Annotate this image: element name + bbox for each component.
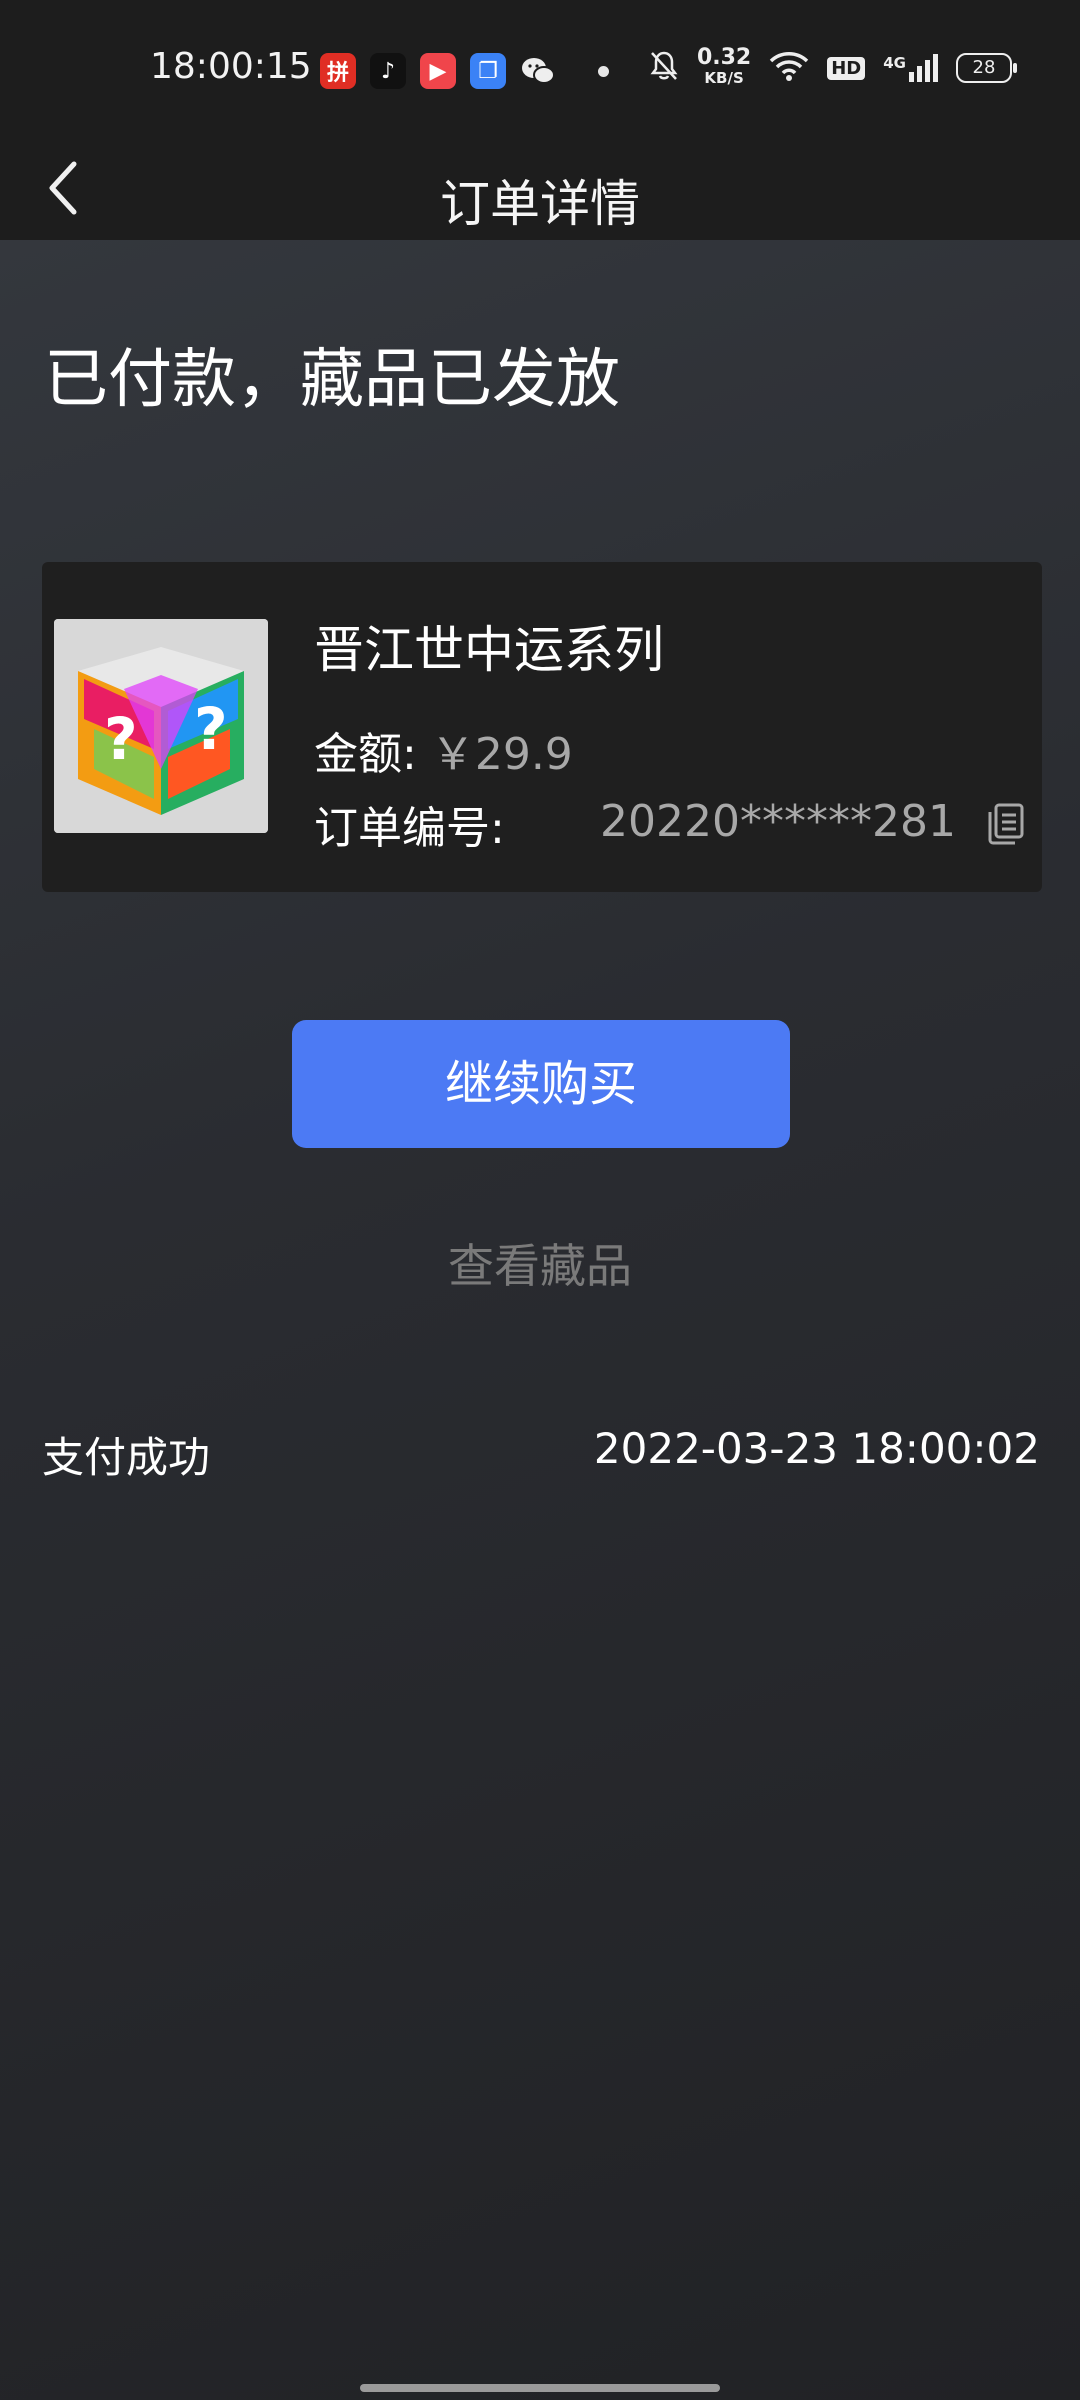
view-collection-link[interactable]: 查看藏品 — [0, 1230, 1080, 1296]
order-number-label: 订单编号: — [314, 803, 505, 854]
tiktok-icon: ♪ — [370, 53, 406, 89]
mystery-cube-image: ? ? — [54, 619, 268, 833]
payment-time: 2022-03-23 18:00:02 — [593, 1424, 1040, 1473]
svg-text:?: ? — [194, 695, 228, 763]
copy-icon[interactable] — [986, 802, 1026, 846]
pinduoduo-icon: 拼 — [320, 53, 356, 89]
home-indicator[interactable] — [360, 2384, 720, 2392]
payment-status-label: 支付成功 — [42, 1433, 211, 1482]
amount-value: ￥29.9 — [430, 729, 573, 780]
item-thumbnail[interactable]: ? ? — [54, 619, 268, 833]
order-card: ? ? 晋江世中运系列 金额: ￥29.9 订单编号: 20220******2… — [42, 562, 1042, 892]
continue-buy-button[interactable]: 继续购买 — [292, 1020, 790, 1148]
svg-text:?: ? — [104, 705, 138, 773]
page-title: 订单详情 — [440, 175, 640, 233]
wechat-icon — [520, 53, 556, 89]
dual-window-icon: ❐ — [470, 53, 506, 89]
nav-bar: 订单详情 — [0, 140, 1080, 240]
more-notifications-dot — [598, 65, 609, 77]
system-icons: 0.32 KB/S HD 4G 28 — [649, 45, 1017, 88]
battery-indicator: 28 — [956, 53, 1017, 83]
amount-label: 金额: — [314, 729, 417, 780]
order-status-heading: 已付款，藏品已发放 — [44, 343, 620, 417]
net-speed: 0.32 KB/S — [696, 45, 752, 88]
order-number-value: 20220******281 — [600, 796, 956, 847]
video-app-icon: ▶ — [420, 53, 456, 89]
amount-row: 金额: ￥29.9 — [314, 718, 573, 782]
status-time: 18:00:15 — [150, 46, 312, 87]
cell-signal-icon: 4G — [883, 54, 938, 82]
mute-bell-icon — [649, 50, 679, 86]
item-name: 晋江世中运系列 — [314, 621, 664, 679]
hd-badge: HD — [827, 56, 866, 80]
wifi-icon — [769, 50, 809, 86]
status-bar: 18:00:15 拼 ♪ ▶ ❐ 0.32 KB/S HD 4G 28 — [0, 0, 1080, 140]
notification-icons: 拼 ♪ ▶ ❐ — [320, 53, 609, 89]
